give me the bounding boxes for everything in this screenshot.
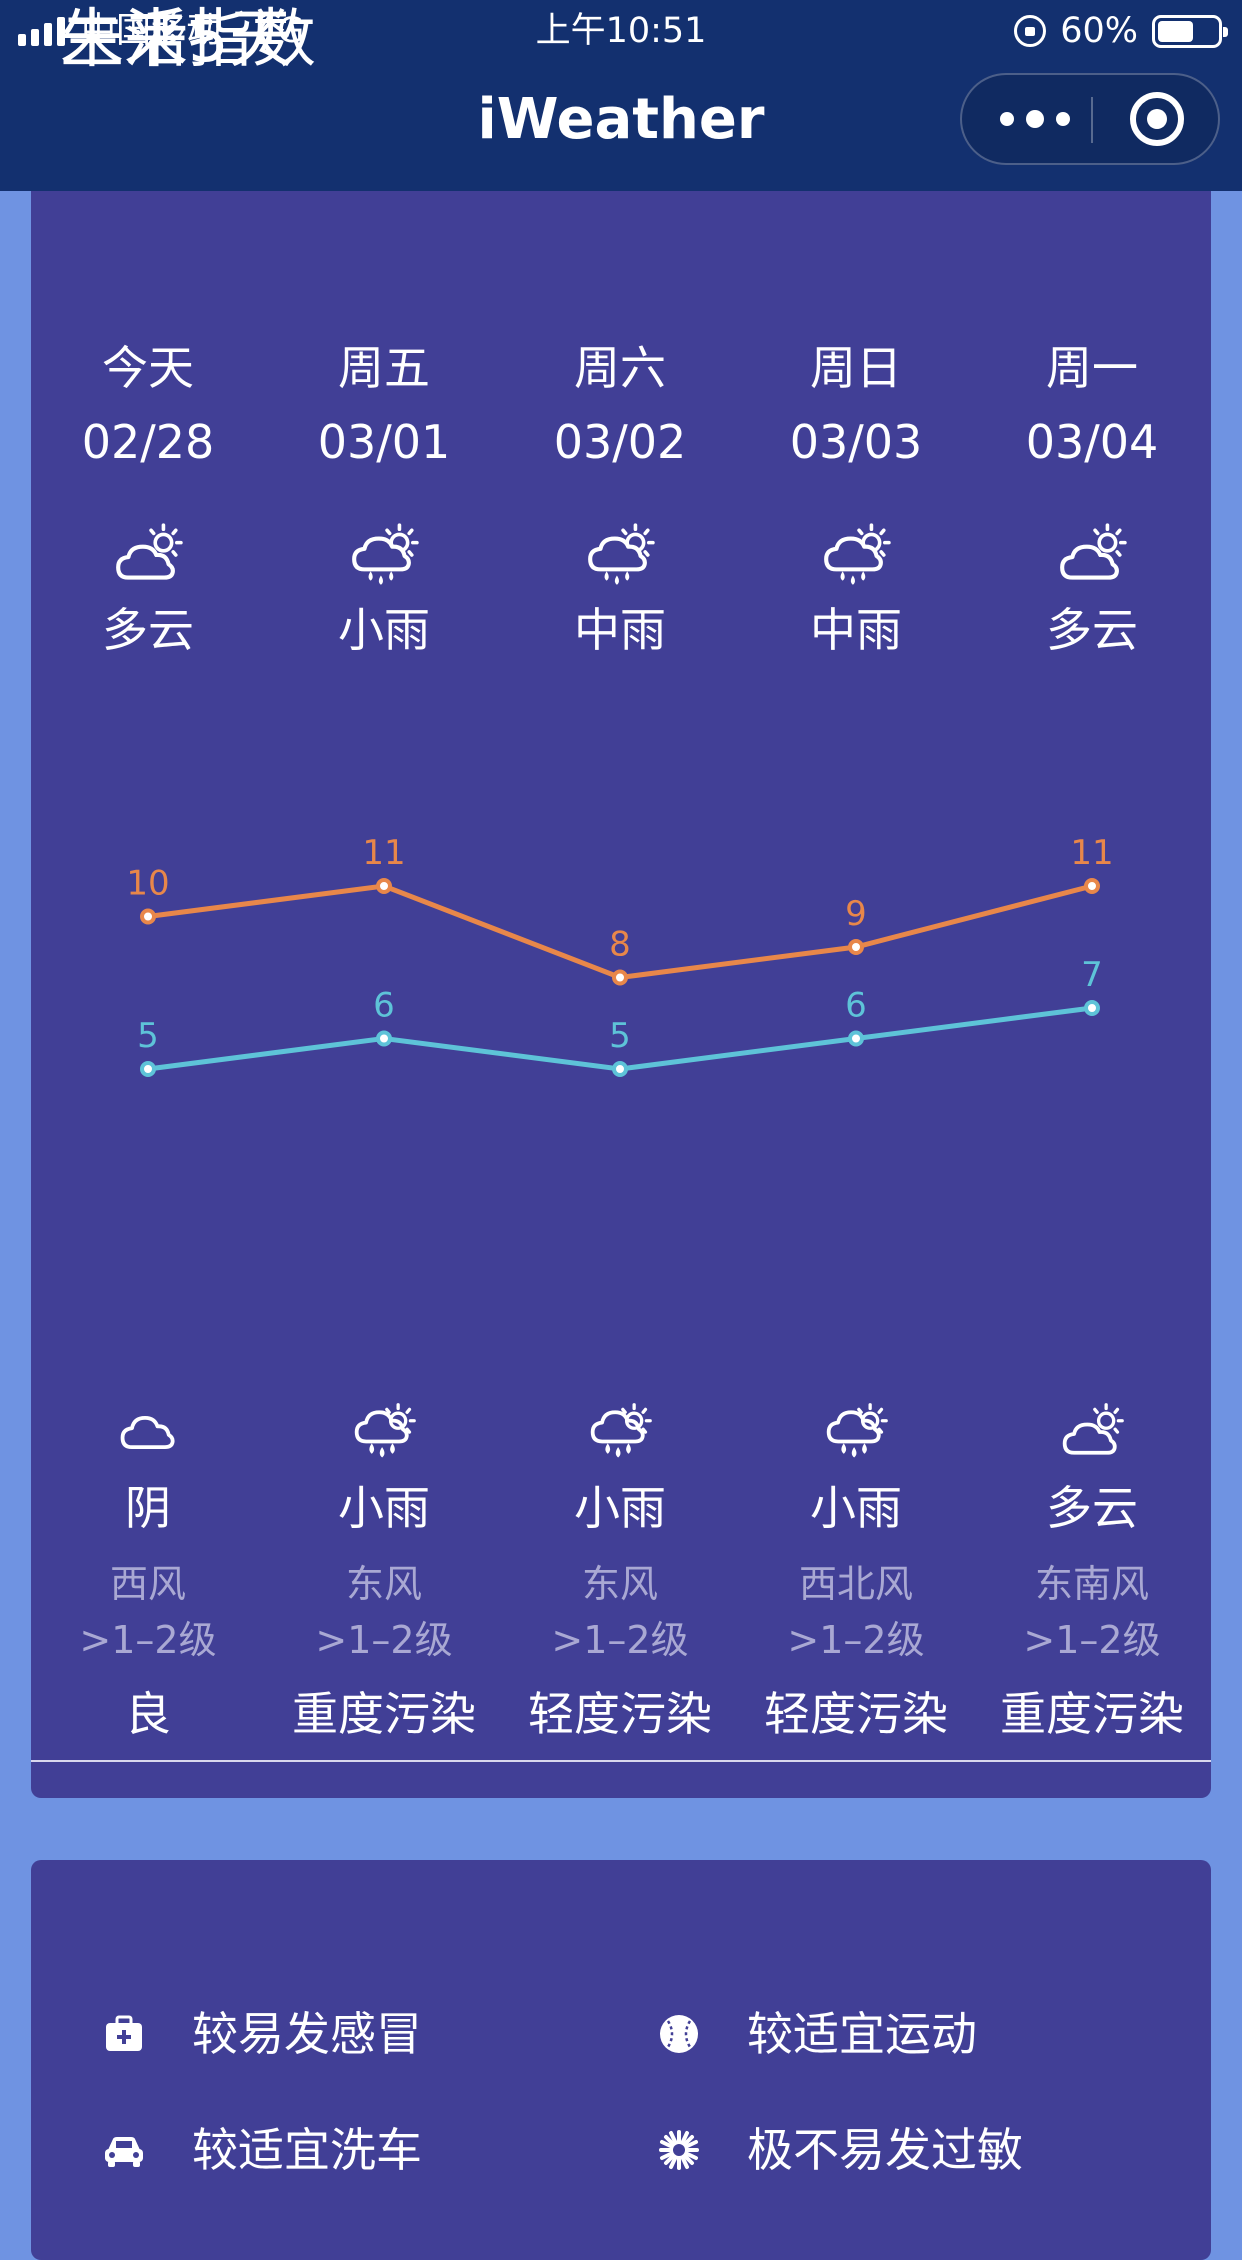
low-temp-label: 7	[1081, 955, 1103, 995]
life-index-title: 生活指数	[60, 3, 316, 77]
wind-level-label: >1–2级	[315, 1618, 453, 1662]
high-temp-label: 10	[126, 864, 169, 904]
wind-level-label: >1–2级	[79, 1618, 217, 1662]
low-temp-point	[376, 1030, 392, 1047]
wind-direction-label: 西风	[109, 1562, 186, 1606]
night-condition-label: 阴	[125, 1481, 171, 1535]
wind-level-label: >1–2级	[1023, 1618, 1161, 1662]
life-index-label: 较适宜运动	[747, 2007, 977, 2061]
high-temp-point	[376, 878, 392, 894]
temperature-chart: 10 11 8 9 11 5 6 5 6 7	[126, 833, 1114, 1077]
high-temp-point	[612, 969, 628, 986]
cloud-icon	[30, 1400, 266, 1466]
night-condition-label: 多云	[1046, 1481, 1138, 1535]
low-temp-point	[1084, 1000, 1100, 1016]
high-temp-point	[1084, 878, 1100, 894]
night-condition-label: 小雨	[574, 1481, 666, 1535]
wind-direction-label: 东风	[581, 1562, 658, 1606]
cloudy-sun-icon	[974, 1400, 1210, 1466]
low-temp-label: 6	[373, 986, 395, 1026]
night-condition-label: 小雨	[810, 1481, 902, 1535]
wind-direction-label: 东南风	[1034, 1562, 1149, 1606]
baseball-icon	[655, 2010, 703, 2058]
low-temp-point	[848, 1030, 864, 1047]
wind-level-label: >1–2级	[551, 1618, 689, 1662]
medkit-icon	[100, 2010, 148, 2058]
pollen-icon	[655, 2126, 703, 2174]
night-condition-label: 小雨	[338, 1481, 430, 1535]
wind-direction-label: 西北风	[798, 1562, 913, 1606]
high-temp-point	[848, 939, 864, 955]
low-temp-point	[612, 1061, 628, 1077]
life-index-label: 较适宜洗车	[192, 2123, 422, 2177]
high-temp-label: 8	[609, 925, 631, 965]
wind-direction-label: 东风	[345, 1562, 422, 1606]
air-quality-label: 重度污染	[292, 1687, 476, 1741]
air-quality-label: 轻度污染	[528, 1687, 712, 1741]
low-temp-label: 5	[137, 1016, 159, 1056]
high-temp-label: 11	[1070, 833, 1113, 873]
low-temp-label: 6	[845, 986, 867, 1026]
high-temp-label: 9	[845, 894, 867, 934]
life-index-item[interactable]: 较适宜洗车	[100, 2120, 422, 2180]
life-index-label: 较易发感冒	[192, 2007, 422, 2061]
low-temp-label: 5	[609, 1016, 631, 1056]
high-temp-point	[140, 908, 156, 925]
low-temp-point	[140, 1061, 156, 1077]
life-index-item[interactable]: 较易发感冒	[100, 2004, 422, 2064]
life-index-item[interactable]: 极不易发过敏	[655, 2120, 1023, 2180]
wind-level-label: >1–2级	[787, 1618, 925, 1662]
air-quality-label: 重度污染	[1000, 1687, 1184, 1741]
rain-icon	[502, 1400, 738, 1466]
rain-icon	[266, 1400, 502, 1466]
life-index-label: 极不易发过敏	[747, 2123, 1023, 2177]
high-temp-label: 11	[362, 833, 405, 873]
rain-icon	[738, 1400, 974, 1466]
air-quality-label: 良	[125, 1687, 171, 1741]
forecast-divider	[31, 1760, 1211, 1762]
life-index-item[interactable]: 较适宜运动	[655, 2004, 977, 2064]
air-quality-label: 轻度污染	[764, 1687, 948, 1741]
car-icon	[100, 2126, 148, 2174]
